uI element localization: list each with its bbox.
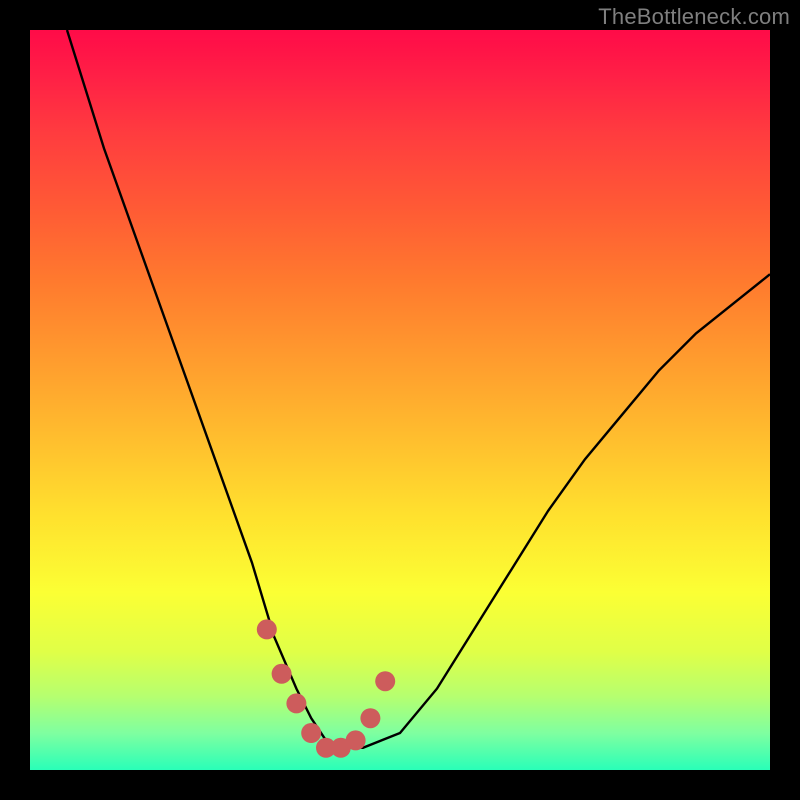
marker-dot — [286, 693, 306, 713]
marker-dot — [301, 723, 321, 743]
marker-dot — [375, 671, 395, 691]
watermark-text: TheBottleneck.com — [598, 4, 790, 30]
marker-dot — [257, 619, 277, 639]
marker-dot — [346, 730, 366, 750]
curve-layer — [30, 30, 770, 770]
marker-dot — [272, 664, 292, 684]
plot-area — [30, 30, 770, 770]
marker-dots — [257, 619, 395, 757]
chart-frame: TheBottleneck.com — [0, 0, 800, 800]
bottleneck-curve — [67, 30, 770, 748]
marker-dot — [360, 708, 380, 728]
